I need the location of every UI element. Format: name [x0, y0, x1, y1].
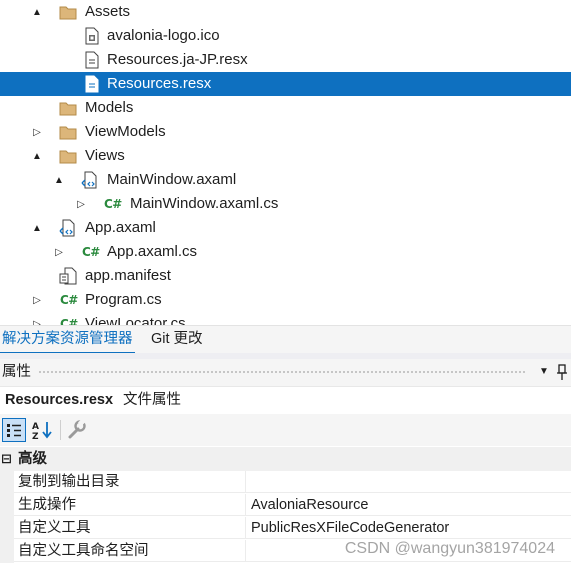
- expand-arrow-icon[interactable]: ▷: [31, 312, 43, 326]
- folder-icon: [59, 147, 77, 165]
- tree-item-mainwindow-axaml[interactable]: ▲ MainWindow.axaml: [0, 168, 571, 192]
- categorized-view-icon[interactable]: [2, 418, 26, 442]
- tree-item-resources-ja-jp[interactable]: Resources.ja-JP.resx: [0, 48, 571, 72]
- collapse-arrow-icon[interactable]: ▲: [53, 168, 65, 192]
- resx-file-icon: [83, 75, 101, 93]
- property-name: 复制到输出目录: [14, 471, 246, 493]
- csharp-file-icon: C#: [82, 245, 100, 259]
- property-name: 自定义工具命名空间: [14, 540, 246, 562]
- folder-icon: [59, 123, 77, 141]
- tree-item-label: avalonia-logo.ico: [107, 27, 220, 44]
- tree-item-label: App.axaml.cs: [107, 243, 198, 260]
- category-collapse-toggle[interactable]: ⊟: [1, 447, 15, 471]
- tree-item-label: MainWindow.axaml: [107, 171, 237, 188]
- tree-item-label: Resources.resx: [107, 75, 212, 92]
- tree-item-label: Assets: [85, 3, 131, 20]
- tree-item-resources-resx[interactable]: Resources.resx: [0, 72, 571, 96]
- category-label: 高级: [18, 451, 47, 467]
- tool-window-tabs: 解决方案资源管理器 Git 更改: [0, 325, 571, 354]
- properties-title: 属性: [2, 364, 31, 380]
- tree-item-label: Program.cs: [85, 291, 162, 308]
- tab-solution-explorer[interactable]: 解决方案资源管理器: [0, 326, 135, 354]
- properties-toolbar: AZ: [0, 414, 571, 446]
- ico-file-icon: [83, 27, 101, 45]
- folder-icon: [59, 3, 77, 21]
- object-name: Resources.resx: [5, 392, 114, 408]
- collapse-arrow-icon[interactable]: ▲: [31, 0, 43, 24]
- property-row[interactable]: 复制到输出目录: [0, 471, 571, 494]
- property-row[interactable]: 生成操作 AvaloniaResource: [0, 494, 571, 517]
- tree-item-label: app.manifest: [85, 267, 171, 284]
- expand-arrow-icon[interactable]: ▷: [75, 192, 87, 216]
- tree-item-label: Views: [85, 147, 125, 164]
- csharp-file-icon: C#: [60, 317, 78, 325]
- selected-object-bar[interactable]: Resources.resx 文件属性: [0, 387, 571, 413]
- tree-item-app-axaml-cs[interactable]: ▷ C# App.axaml.cs: [0, 240, 571, 264]
- toolbar-separator: [60, 420, 61, 440]
- row-gutter: [0, 517, 14, 540]
- expand-arrow-icon[interactable]: ▷: [31, 120, 43, 144]
- alphabetical-sort-icon[interactable]: AZ: [30, 418, 54, 442]
- tree-item-app-axaml[interactable]: ▲ App.axaml: [0, 216, 571, 240]
- tree-item-viewlocator-cs[interactable]: ▷ C# ViewLocator.cs: [0, 312, 571, 325]
- resx-file-icon: [83, 51, 101, 69]
- drag-grip[interactable]: [38, 370, 527, 375]
- tree-item-program-cs[interactable]: ▷ C# Program.cs: [0, 288, 571, 312]
- tree-item-label: ViewModels: [85, 123, 166, 140]
- property-name: 生成操作: [14, 494, 246, 516]
- csharp-file-icon: C#: [60, 293, 78, 307]
- tree-item-label: MainWindow.axaml.cs: [130, 195, 279, 212]
- axaml-file-icon: [59, 219, 77, 237]
- tree-item-label: Resources.ja-JP.resx: [107, 51, 248, 68]
- property-value[interactable]: [246, 471, 571, 493]
- properties-title-bar: 属性 ▼: [0, 359, 571, 387]
- tree-item-viewmodels[interactable]: ▷ ViewModels: [0, 120, 571, 144]
- tab-git-changes[interactable]: Git 更改: [149, 326, 205, 352]
- tree-item-label: App.axaml: [85, 219, 156, 236]
- row-gutter: [0, 494, 14, 517]
- manifest-file-icon: [59, 267, 77, 285]
- tree-item-assets[interactable]: ▲ Assets: [0, 0, 571, 24]
- property-value[interactable]: AvaloniaResource: [246, 494, 571, 516]
- row-gutter: [0, 540, 14, 563]
- object-type: 文件属性: [123, 392, 181, 408]
- category-row-advanced[interactable]: ⊟ 高级: [0, 447, 571, 471]
- tree-item-app-manifest[interactable]: app.manifest: [0, 264, 571, 288]
- property-pages-wrench-icon[interactable]: [64, 418, 88, 442]
- expand-arrow-icon[interactable]: ▷: [31, 288, 43, 312]
- solution-explorer-tree: ▲ Assets avalonia-logo.ico Resources.ja-…: [0, 0, 571, 325]
- folder-icon: [59, 99, 77, 117]
- tree-item-models[interactable]: Models: [0, 96, 571, 120]
- svg-text:Z: Z: [32, 432, 39, 442]
- tree-item-avalonia-logo[interactable]: avalonia-logo.ico: [0, 24, 571, 48]
- tree-item-label: Models: [85, 99, 134, 116]
- window-dropdown-button[interactable]: ▼: [537, 364, 551, 380]
- tree-item-mainwindow-axaml-cs[interactable]: ▷ C# MainWindow.axaml.cs: [0, 192, 571, 216]
- collapse-arrow-icon[interactable]: ▲: [31, 216, 43, 240]
- property-name: 自定义工具: [14, 517, 246, 539]
- collapse-arrow-icon[interactable]: ▲: [31, 144, 43, 168]
- expand-arrow-icon[interactable]: ▷: [53, 240, 65, 264]
- tree-item-views[interactable]: ▲ Views: [0, 144, 571, 168]
- row-gutter: [0, 471, 14, 494]
- property-row[interactable]: 自定义工具 PublicResXFileCodeGenerator: [0, 517, 571, 540]
- csharp-file-icon: C#: [104, 197, 122, 211]
- watermark: CSDN @wangyun381974024: [344, 540, 555, 557]
- axaml-file-icon: [81, 171, 99, 189]
- tree-item-label: ViewLocator.cs: [85, 315, 186, 325]
- property-value[interactable]: PublicResXFileCodeGenerator: [246, 517, 571, 539]
- pin-icon[interactable]: [555, 363, 569, 381]
- svg-text:A: A: [32, 422, 39, 432]
